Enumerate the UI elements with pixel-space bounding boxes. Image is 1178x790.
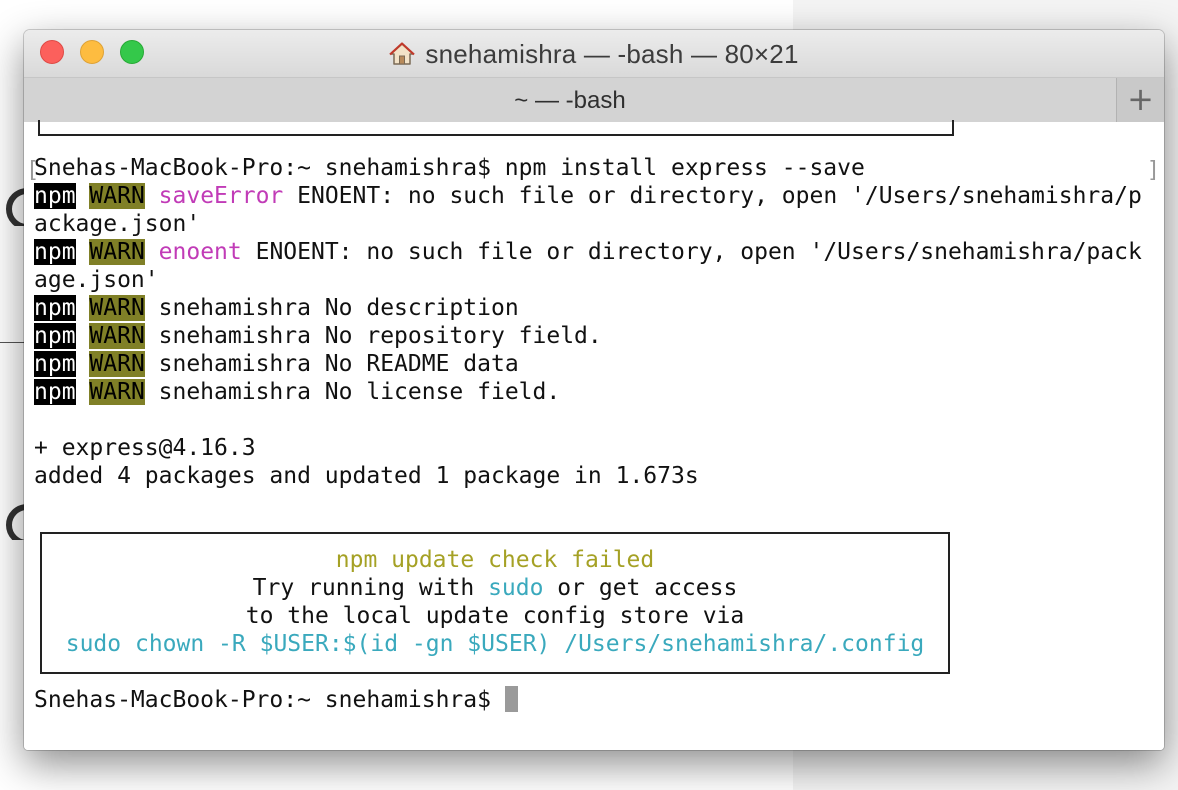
- npm-tag: npm: [34, 239, 76, 265]
- tab-bash[interactable]: ~ — -bash: [24, 87, 1116, 115]
- warn-tag: WARN: [89, 183, 145, 209]
- warn-text: ENOENT: no such file or directory, open …: [241, 239, 1142, 265]
- background-glyph: [0, 186, 24, 226]
- title-bar[interactable]: snehamishra — -bash — 80×21: [24, 30, 1164, 78]
- install-summary-line: added 4 packages and updated 1 package i…: [34, 463, 699, 489]
- warn-line-continuation: ackage.json': [34, 211, 201, 237]
- warn-tag: WARN: [89, 239, 145, 265]
- warn-line: npm WARN snehamishra No README data: [34, 350, 519, 378]
- warn-text: snehamishra No license field.: [144, 379, 561, 405]
- tab-bar: ~ — -bash +: [24, 78, 1164, 123]
- update-check-box: npm update check failed Try running with…: [40, 532, 950, 674]
- home-icon: [389, 42, 416, 66]
- warn-text: snehamishra No description: [144, 295, 519, 321]
- warn-tag: WARN: [89, 295, 145, 321]
- warn-kind: saveError: [158, 183, 284, 209]
- warn-line: npm WARN snehamishra No repository field…: [34, 322, 602, 350]
- prompt-text: Snehas-MacBook-Pro:~ snehamishra$: [34, 687, 505, 713]
- background-divider: [0, 342, 24, 343]
- npm-tag: npm: [34, 295, 76, 321]
- warn-tag: WARN: [89, 351, 145, 377]
- npm-tag: npm: [34, 183, 76, 209]
- text-cursor: [504, 686, 518, 712]
- warn-line-continuation: age.json': [34, 267, 159, 293]
- npm-tag: npm: [34, 379, 76, 405]
- warn-line: npm WARN snehamishra No license field.: [34, 378, 560, 406]
- warn-kind: enoent: [158, 239, 242, 265]
- window-title: snehamishra — -bash — 80×21: [425, 39, 799, 69]
- update-check-hint: to the local update config store via: [245, 603, 745, 629]
- warn-line: npm WARN snehamishra No description: [34, 294, 519, 322]
- npm-tag: npm: [34, 351, 76, 377]
- window-title-area: snehamishra — -bash — 80×21: [24, 39, 1164, 70]
- mark-bracket-right: ]: [1146, 158, 1160, 183]
- background-glyph: [0, 500, 24, 540]
- previous-box-border: [38, 120, 954, 136]
- warn-tag: WARN: [89, 323, 145, 349]
- warn-line: npm WARN saveError ENOENT: no such file …: [34, 182, 1142, 210]
- warn-text: ENOENT: no such file or directory, open …: [283, 183, 1142, 209]
- update-check-hint: Try running with sudo or get access: [42, 574, 948, 602]
- sudo-keyword: sudo: [488, 575, 544, 601]
- warn-line: npm WARN enoent ENOENT: no such file or …: [34, 238, 1142, 266]
- warn-text: snehamishra No repository field.: [144, 323, 602, 349]
- command-line: Snehas-MacBook-Pro:~ snehamishra$ npm in…: [34, 155, 865, 181]
- update-check-command: sudo chown -R $USER:$(id -gn $USER) /Use…: [65, 631, 925, 657]
- new-tab-button[interactable]: +: [1116, 78, 1164, 122]
- terminal-window: snehamishra — -bash — 80×21 ~ — -bash + …: [24, 30, 1164, 750]
- hint-text: or get access: [543, 575, 738, 601]
- prompt-line: Snehas-MacBook-Pro:~ snehamishra$: [34, 686, 518, 714]
- installed-package-line: + express@4.16.3: [34, 435, 256, 461]
- hint-text: Try running with: [252, 575, 489, 601]
- warn-tag: WARN: [89, 379, 145, 405]
- update-check-title: npm update check failed: [335, 547, 655, 573]
- warn-text: snehamishra No README data: [144, 351, 519, 377]
- terminal-content[interactable]: [ ] Snehas-MacBook-Pro:~ snehamishra$ np…: [24, 120, 1164, 750]
- npm-tag: npm: [34, 323, 76, 349]
